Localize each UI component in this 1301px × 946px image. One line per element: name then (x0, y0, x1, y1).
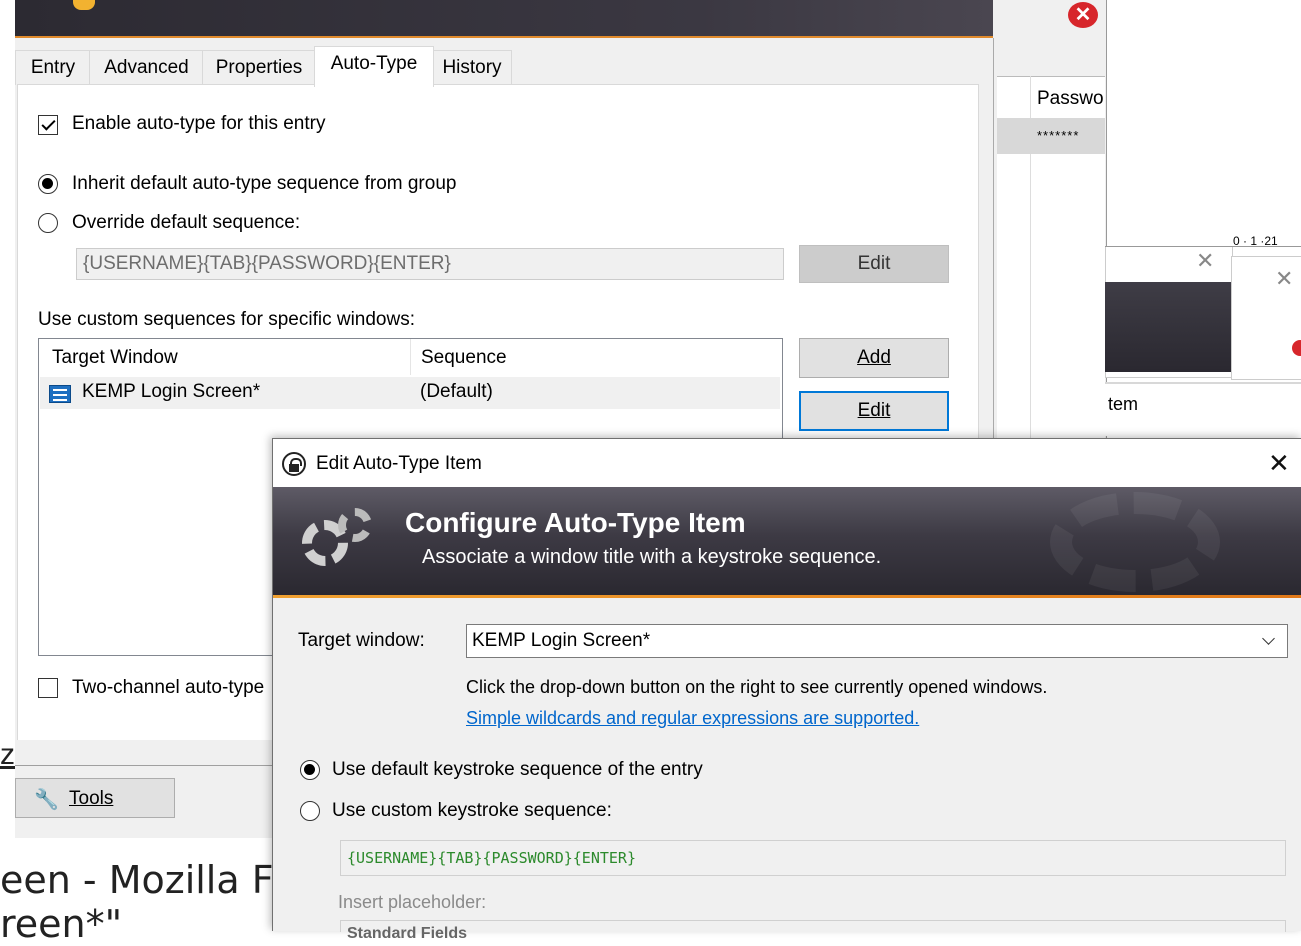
lock-icon (282, 452, 306, 476)
banner-title: Configure Auto-Type Item (405, 507, 746, 538)
tools-button-label: Tools (69, 788, 114, 809)
placeholder-combobox: Standard Fields (340, 920, 1286, 942)
banner-accent-line (273, 595, 1301, 598)
background-stray-text: z (0, 738, 15, 771)
placeholder-combo-value: Standard Fields (347, 925, 468, 942)
list-entry-icon (49, 385, 71, 403)
dialog-title: Edit Auto-Type Item (316, 453, 482, 474)
sequence-token: {ENTER} (572, 849, 636, 867)
use-custom-sequence-label[interactable]: Use custom keystroke sequence: (332, 800, 612, 822)
list-item-sequence[interactable]: (Default) (420, 381, 493, 403)
background-browser-title: een - Mozilla F (0, 858, 274, 902)
default-sequence-field: {USERNAME}{TAB}{PASSWORD}{ENTER} (76, 248, 784, 280)
background-item-text: tem (1108, 394, 1139, 414)
tab-properties[interactable]: Properties (202, 50, 316, 85)
edit-override-button: Edit (799, 245, 949, 283)
inherit-sequence-label[interactable]: Inherit default auto-type sequence from … (72, 173, 456, 195)
banner-subtitle: Associate a window title with a keystrok… (422, 546, 882, 568)
error-icon (1292, 340, 1301, 356)
sequence-token: {PASSWORD} (482, 849, 573, 867)
list-item-target-window[interactable]: KEMP Login Screen* (82, 381, 260, 403)
close-icon[interactable]: ✕ (1068, 2, 1098, 28)
edit-entry-titlebar (15, 0, 993, 38)
background-browser-title-2: reen*" (0, 902, 123, 946)
tab-entry[interactable]: Entry (15, 50, 91, 85)
column-header-sequence[interactable]: Sequence (421, 347, 507, 369)
edit-item-button-label: Edit (857, 400, 891, 421)
tools-button[interactable]: 🔧 Tools (15, 778, 175, 818)
tab-advanced[interactable]: Advanced (89, 50, 204, 85)
tab-history[interactable]: History (432, 50, 512, 85)
tab-auto-type[interactable]: Auto-Type (314, 46, 434, 87)
target-window-value[interactable]: KEMP Login Screen* (472, 630, 650, 652)
add-button-label: Add (857, 347, 891, 368)
two-channel-label[interactable]: Two-channel auto-type (72, 677, 264, 699)
key-icon (73, 0, 95, 10)
close-icon[interactable]: ✕ (1196, 248, 1214, 274)
ruler: 0 · 1 ·21 (1105, 234, 1301, 248)
column-header-target-window[interactable]: Target Window (52, 347, 178, 369)
dropdown-hint: Click the drop-down button on the right … (466, 677, 1048, 697)
edit-override-label: Edit (857, 253, 891, 274)
use-custom-sequence-radio[interactable] (300, 801, 320, 821)
custom-sequence-field: {USERNAME}{TAB}{PASSWORD}{ENTER} (340, 840, 1286, 876)
add-button[interactable]: Add (799, 338, 949, 378)
inherit-sequence-radio[interactable] (38, 174, 58, 194)
enable-autotype-checkbox[interactable] (38, 115, 58, 135)
wildcards-help-link[interactable]: Simple wildcards and regular expressions… (466, 708, 919, 729)
tools-icon: 🔧 (34, 789, 59, 811)
column-divider (410, 339, 411, 375)
ruler-ticks: 0 · 1 ·21 (1233, 234, 1278, 248)
custom-sequences-label: Use custom sequences for specific window… (38, 309, 415, 330)
two-channel-checkbox[interactable] (38, 678, 58, 698)
password-column-header[interactable]: Passwo (1037, 88, 1104, 110)
use-default-sequence-radio[interactable] (300, 760, 320, 780)
override-sequence-radio[interactable] (38, 213, 58, 233)
close-icon[interactable]: ✕ (1275, 266, 1293, 292)
password-mask: ******* (1037, 128, 1080, 143)
background-window-banner (1105, 282, 1231, 372)
banner-background-gear-icon (1050, 492, 1220, 592)
target-window-label: Target window: (298, 630, 425, 651)
sequence-token: {USERNAME} (347, 849, 438, 867)
gear-small-icon (338, 508, 372, 542)
close-icon[interactable]: ✕ (1268, 450, 1290, 476)
footer-separator (15, 765, 275, 766)
sequence-token: {TAB} (437, 849, 483, 867)
override-sequence-label[interactable]: Override default sequence: (72, 212, 300, 234)
use-default-sequence-label[interactable]: Use default keystroke sequence of the en… (332, 759, 703, 781)
insert-placeholder-label: Insert placeholder: (338, 892, 487, 912)
edit-item-button[interactable]: Edit (799, 391, 949, 431)
enable-autotype-label[interactable]: Enable auto-type for this entry (72, 113, 325, 135)
